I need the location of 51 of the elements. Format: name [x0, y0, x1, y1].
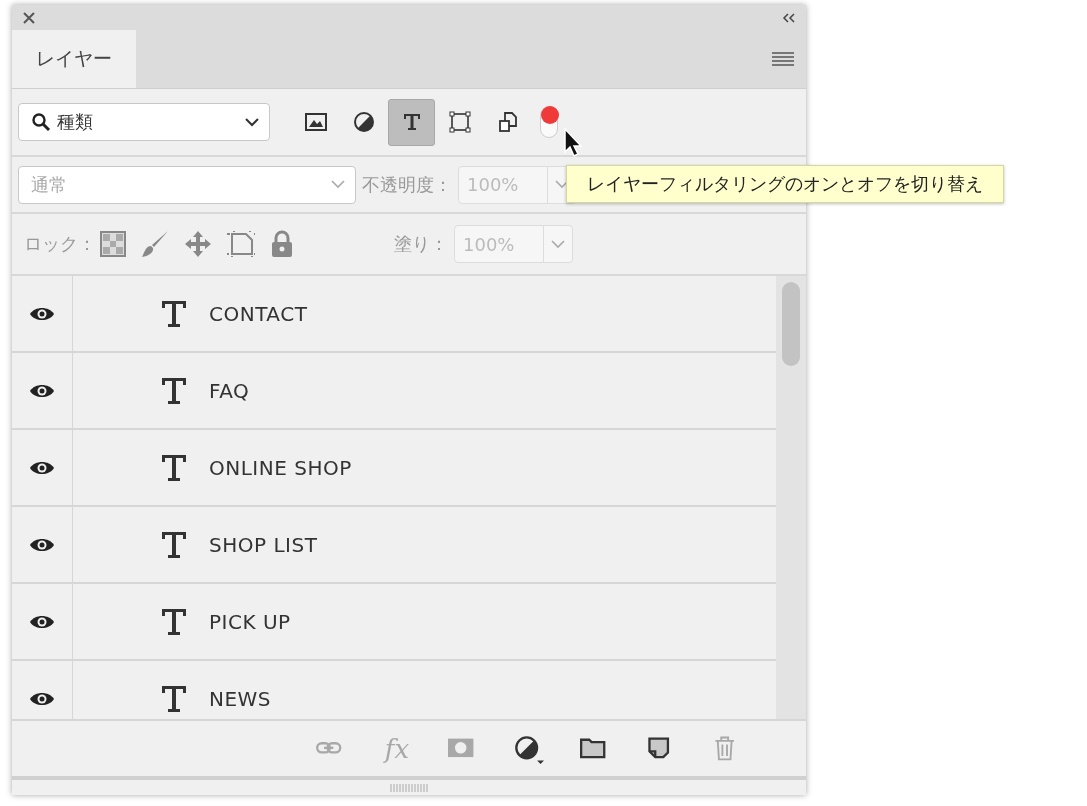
- brush-icon[interactable]: [140, 229, 170, 259]
- layer-row[interactable]: FAQ: [12, 353, 776, 430]
- layer-name: SHOP LIST: [209, 532, 318, 557]
- move-icon[interactable]: [184, 230, 212, 258]
- cursor-icon: [563, 128, 583, 158]
- text-layer-icon: [161, 607, 187, 636]
- fill-label: 塗り：: [394, 232, 448, 256]
- layer-name: ONLINE SHOP: [209, 455, 352, 480]
- filter-toggle[interactable]: [540, 106, 558, 138]
- opacity-label: 不透明度：: [362, 172, 452, 197]
- layer-row[interactable]: ONLINE SHOP: [12, 430, 776, 507]
- scrollbar[interactable]: [776, 276, 806, 719]
- layer-name: PICK UP: [209, 609, 291, 634]
- eye-icon[interactable]: [29, 305, 55, 322]
- eye-icon[interactable]: [29, 382, 55, 399]
- text-layer-icon: [161, 530, 187, 559]
- collapse-icon[interactable]: [782, 12, 796, 23]
- text-layer-icon: [161, 684, 187, 713]
- panel-tab[interactable]: レイヤー: [12, 30, 136, 88]
- text-layer-icon: [161, 376, 187, 405]
- eye-icon[interactable]: [29, 690, 55, 707]
- chevron-down-icon: [551, 239, 565, 249]
- eye-icon[interactable]: [29, 613, 55, 630]
- layer-name: FAQ: [209, 378, 250, 403]
- layer-name: NEWS: [209, 686, 272, 711]
- eye-icon[interactable]: [29, 459, 55, 476]
- search-icon: [31, 112, 51, 132]
- text-layer-icon: [161, 299, 187, 328]
- filter-text-button[interactable]: [388, 98, 435, 146]
- half-circle-icon: [351, 110, 376, 134]
- lock-icon[interactable]: [270, 230, 294, 258]
- resize-grip-icon[interactable]: [390, 783, 428, 792]
- chevron-down-icon: [331, 180, 345, 189]
- text-layer-icon: [161, 453, 187, 482]
- bounding-box-icon: [447, 110, 472, 134]
- layer-name: CONTACT: [209, 301, 308, 326]
- chevron-down-icon: [555, 180, 569, 189]
- close-icon[interactable]: [22, 10, 36, 25]
- image-icon: [303, 110, 328, 134]
- eye-icon[interactable]: [29, 536, 55, 553]
- half-circle-icon[interactable]: [512, 733, 546, 764]
- filter-type-dropdown[interactable]: 種類: [18, 103, 270, 141]
- tooltip: レイヤーフィルタリングのオンとオフを切り替え: [566, 165, 1004, 203]
- layer-row[interactable]: SHOP LIST: [12, 507, 776, 584]
- chevron-down-icon: [245, 117, 259, 127]
- artboard-icon[interactable]: [226, 230, 256, 258]
- layer-row[interactable]: PICK UP: [12, 584, 776, 661]
- layer-row[interactable]: CONTACT: [12, 276, 776, 353]
- menu-icon[interactable]: [772, 52, 794, 66]
- lock-label: ロック：: [24, 232, 96, 256]
- checkerboard-icon[interactable]: [100, 231, 126, 257]
